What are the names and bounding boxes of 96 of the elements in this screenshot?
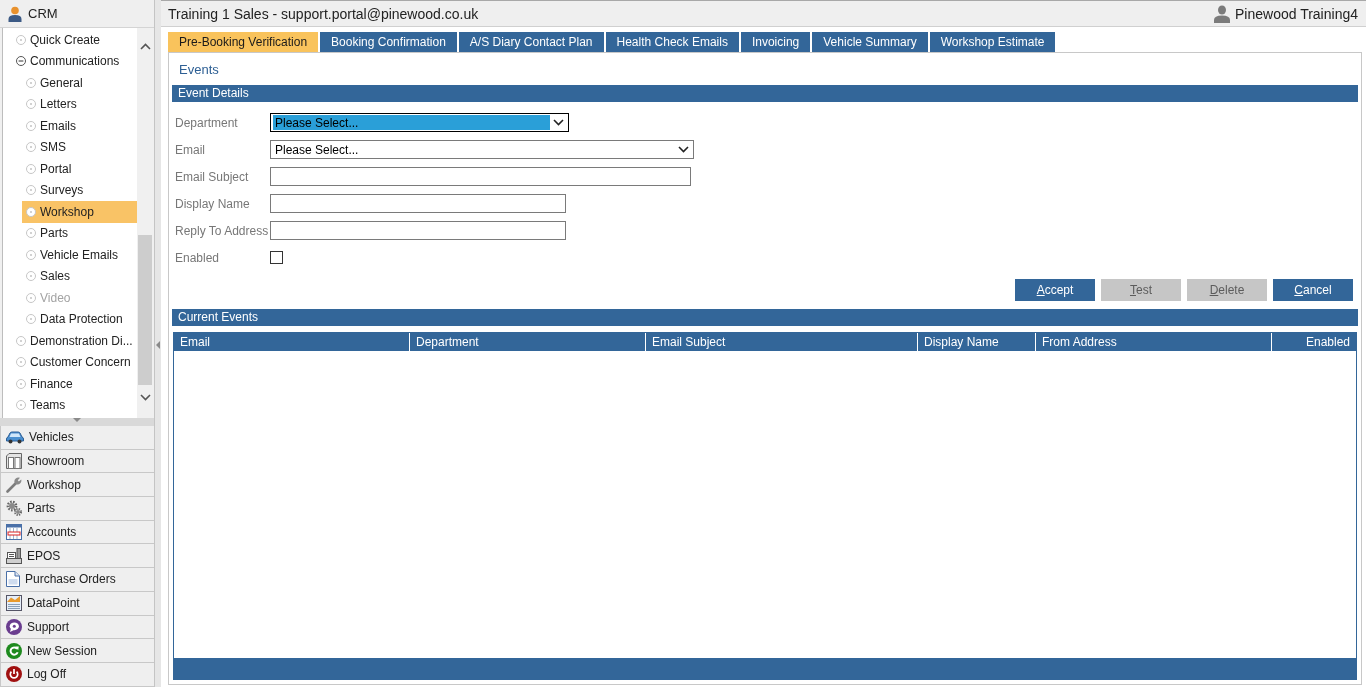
person-icon — [8, 5, 22, 22]
dot-circle-icon — [26, 314, 36, 325]
dot-circle-icon — [16, 34, 26, 45]
dot-circle-icon — [26, 99, 36, 110]
tree-item[interactable]: SMS — [22, 136, 137, 158]
column-header: Display Name — [918, 333, 1036, 351]
nav-item[interactable]: Log Off — [0, 662, 154, 687]
tree-item[interactable]: Demonstration Di... — [12, 330, 137, 352]
nav-item[interactable]: Support — [0, 615, 154, 640]
dropdown[interactable]: Please Select... — [270, 140, 694, 159]
chevron-down-icon — [678, 146, 689, 153]
user-name: Pinewood Training4 — [1235, 5, 1358, 22]
tree-item[interactable]: Quick Create — [12, 29, 137, 51]
nav-item[interactable]: Parts — [0, 497, 154, 521]
spreadsheet-icon — [6, 524, 22, 541]
chevron-up-icon — [140, 43, 151, 50]
tree-item[interactable]: General — [22, 72, 137, 94]
tab[interactable]: A/S Diary Contact Plan — [458, 32, 604, 52]
tree-item[interactable]: Parts — [22, 222, 137, 244]
tree-item[interactable]: Workshop — [22, 201, 137, 223]
help-bubble-icon — [6, 618, 22, 635]
wrench-icon — [6, 476, 22, 493]
dot-circle-icon — [26, 292, 36, 303]
nav-item[interactable]: Workshop — [0, 473, 154, 498]
column-header: Department — [410, 333, 646, 351]
tree-item[interactable]: Finance — [12, 373, 137, 395]
field-label: Email Subject — [175, 169, 250, 184]
dot-circle-icon — [26, 142, 36, 153]
section-header: Current Events — [172, 309, 1358, 326]
chevron-down-icon — [140, 394, 151, 401]
column-header: Email — [174, 333, 410, 351]
tree-item[interactable]: Surveys — [22, 179, 137, 201]
refresh-icon — [6, 642, 22, 659]
dot-circle-icon — [16, 335, 26, 346]
field-label: Enabled — [175, 250, 221, 265]
section-header: Event Details — [172, 85, 1358, 102]
tab[interactable]: Workshop Estimate — [929, 32, 1056, 52]
tree-item[interactable]: Letters — [22, 93, 137, 115]
dot-circle-icon — [26, 77, 36, 88]
nav-item[interactable]: Accounts — [0, 520, 154, 545]
dot-circle-icon — [16, 378, 26, 389]
tree-item[interactable]: Data Protection — [22, 308, 137, 330]
dot-circle-icon — [26, 249, 36, 260]
tree-item[interactable]: Vehicle Emails — [22, 244, 137, 266]
building-icon — [6, 453, 22, 470]
tab[interactable]: Health Check Emails — [605, 32, 739, 52]
text-field[interactable] — [270, 167, 691, 186]
tab[interactable]: Booking Confirmation — [320, 32, 457, 52]
nav-item[interactable]: Purchase Orders — [0, 568, 154, 592]
dot-circle-icon — [26, 120, 36, 131]
field-label: Reply To Address — [175, 223, 270, 238]
field-label: Display Name — [175, 196, 251, 211]
sidebar-title: CRM — [28, 6, 58, 21]
tree-item[interactable]: Portal — [22, 158, 137, 180]
column-header: From Address — [1036, 333, 1272, 351]
dot-circle-icon — [26, 206, 36, 217]
tree-item[interactable]: Communications — [12, 50, 137, 72]
tree-item[interactable]: Emails — [22, 115, 137, 137]
column-header: Email Subject — [646, 333, 918, 351]
dropdown[interactable]: Please Select... — [270, 113, 569, 132]
dot-circle-icon — [26, 163, 36, 174]
tree-item[interactable]: Teams — [12, 394, 137, 416]
accept-button[interactable]: Accept — [1015, 279, 1095, 301]
user-icon — [1214, 4, 1230, 23]
gears-icon — [6, 500, 22, 517]
scrollbar-thumb[interactable] — [138, 235, 152, 385]
window-title: Training 1 Sales - support.portal@pinewood.co.uk — [168, 5, 479, 22]
column-header: Enabled — [1304, 334, 1351, 351]
page-heading: Events — [179, 61, 219, 77]
dot-circle-icon — [16, 400, 26, 411]
nav-item[interactable]: New Session — [0, 639, 154, 663]
power-icon — [6, 666, 22, 683]
tab[interactable]: Invoicing — [740, 32, 811, 52]
tab[interactable]: Pre-Booking Verification — [168, 32, 319, 52]
nav-item[interactable]: Vehicles — [0, 426, 154, 450]
chart-document-icon — [6, 595, 22, 612]
cash-register-icon — [6, 547, 22, 564]
tab[interactable]: Vehicle Summary — [812, 32, 928, 52]
chevron-down-icon — [553, 119, 564, 126]
checkbox[interactable] — [270, 251, 283, 264]
car-icon — [6, 430, 24, 445]
field-label: Department — [175, 115, 239, 130]
nav-item[interactable]: EPOS — [0, 544, 154, 569]
dot-circle-icon — [26, 228, 36, 239]
text-field[interactable] — [270, 194, 566, 213]
tree-item[interactable]: Sales — [22, 265, 137, 287]
cancel-button[interactable]: Cancel — [1273, 279, 1353, 301]
dot-circle-icon — [16, 357, 26, 368]
field-label: Email — [175, 142, 206, 157]
text-field[interactable] — [270, 221, 566, 240]
dot-circle-icon — [26, 271, 36, 282]
dot-circle-icon — [26, 185, 36, 196]
tree-item[interactable]: Customer Concern — [12, 351, 137, 373]
nav-item[interactable]: Showroom — [0, 449, 154, 474]
nav-item[interactable]: DataPoint — [0, 591, 154, 616]
document-icon — [6, 571, 20, 588]
